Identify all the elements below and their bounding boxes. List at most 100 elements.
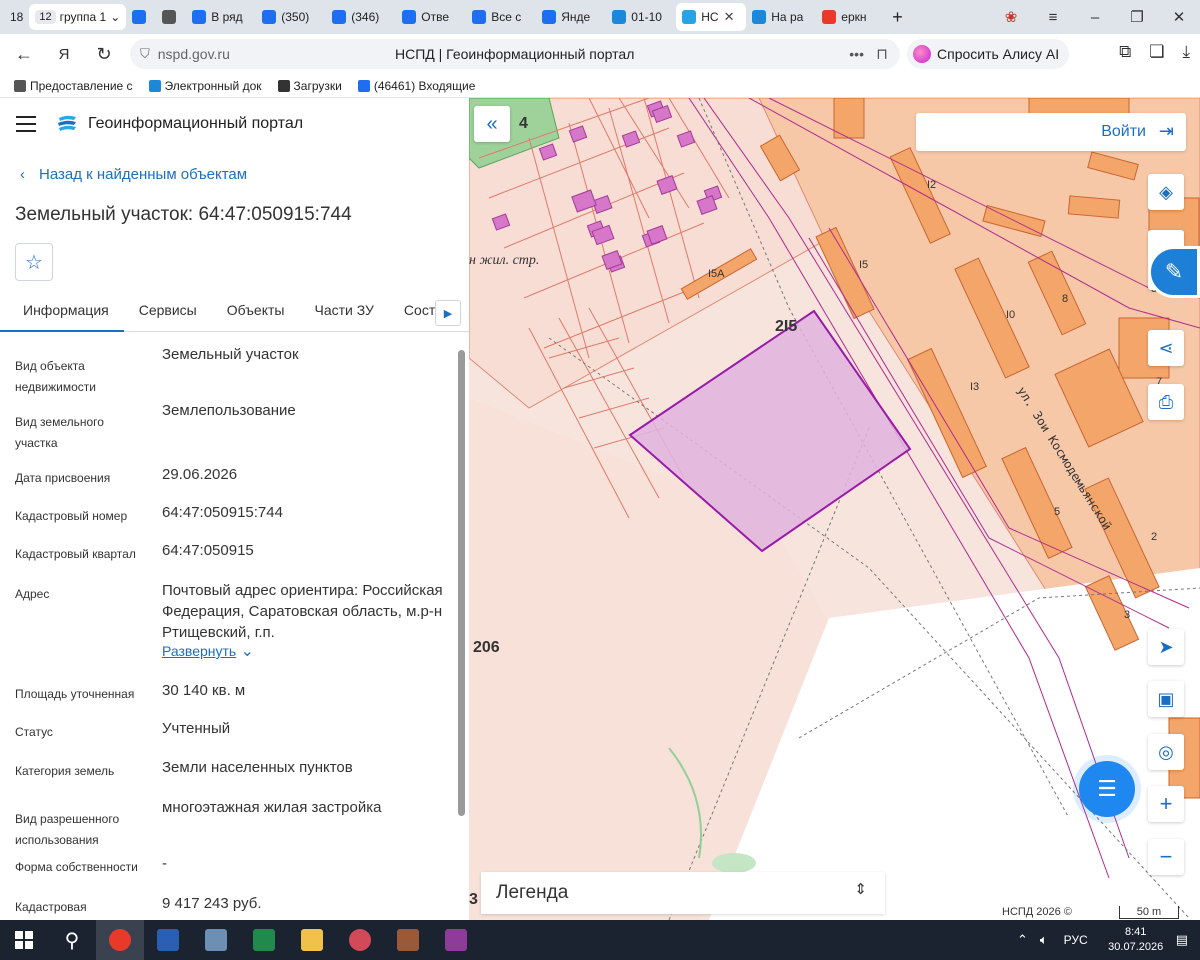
tab-group-count: 12 <box>35 10 56 24</box>
collections-icon[interactable]: ❏ <box>1149 42 1164 62</box>
page-tab-title: НСПД | Геоинформационный портал <box>395 46 635 62</box>
alice-button[interactable]: Спросить Алису AI <box>907 39 1070 69</box>
chevron-down-icon[interactable]: ⌄ <box>110 10 120 24</box>
login-button[interactable]: Войти ⇥ <box>916 113 1186 151</box>
hamburger-menu-icon[interactable] <box>16 116 36 132</box>
chat-button[interactable]: ☰ <box>1079 761 1135 817</box>
app-s-taskbar[interactable] <box>336 920 384 960</box>
browser-tab[interactable]: В ряд <box>186 3 256 31</box>
browser-tab[interactable]: 01-10 <box>606 3 676 31</box>
collapse-panel-button[interactable]: « <box>474 106 510 142</box>
minimap-button[interactable]: ▣ <box>1148 681 1184 717</box>
bookmark-item[interactable]: Предоставление с <box>14 79 133 93</box>
browser-extension-icon[interactable]: ❀ <box>990 8 1032 26</box>
zoom-in-button[interactable]: + <box>1148 786 1184 822</box>
browser-tab[interactable]: На ра <box>746 3 816 31</box>
tab-counter-label: 18 <box>10 10 24 24</box>
yandex-browser-taskbar[interactable] <box>96 920 144 960</box>
browser-tab[interactable]: Отве <box>396 3 466 31</box>
close-icon[interactable]: ✕ <box>1158 8 1200 26</box>
back-to-results-link[interactable]: ‹ Назад к найденным объектам <box>20 166 247 183</box>
tabs-scroll-right-button[interactable]: ▶ <box>435 300 461 326</box>
archiver-taskbar[interactable] <box>432 920 480 960</box>
egrn-assistant-button[interactable]: ✎ <box>1148 246 1200 298</box>
locate-button[interactable]: ➤ <box>1148 629 1184 665</box>
back-label: Назад к найденным объектам <box>39 166 248 183</box>
property-label: Вид земельного участка <box>15 415 104 450</box>
back-arrow-icon[interactable]: ← <box>4 44 44 65</box>
tray-expand-icon[interactable]: ⌃ <box>1017 932 1028 948</box>
url-field[interactable]: ⛉ nspd.gov.ru НСПД | Геоинформационный п… <box>130 39 900 69</box>
url-host: nspd.gov.ru <box>157 46 230 62</box>
notifications-icon[interactable]: ▤ <box>1176 932 1188 948</box>
bookmark-item[interactable]: Загрузки <box>277 78 342 93</box>
browser-tab-label: Янде <box>561 10 591 24</box>
favorite-button[interactable]: ☆ <box>15 243 53 281</box>
property-value: 9 417 243 руб. <box>162 895 262 912</box>
language-indicator[interactable]: РУС <box>1064 933 1088 947</box>
browser-tab[interactable]: Янде <box>536 3 606 31</box>
panel-scrollbar[interactable] <box>456 346 466 916</box>
shield-icon[interactable]: ⛉ <box>140 46 150 62</box>
chevron-left-icon: ‹ <box>20 166 25 183</box>
bookmark-label: Предоставление с <box>30 78 133 93</box>
browser-tab[interactable]: (350) <box>256 3 326 31</box>
tab-1[interactable]: Сервисы <box>124 296 212 332</box>
minimize-icon[interactable]: – <box>1074 9 1116 26</box>
search-button[interactable]: ⚲ <box>48 920 96 960</box>
yandex-logo-icon[interactable]: Я <box>44 46 84 63</box>
legend-panel[interactable]: Легенда ⇕ <box>481 872 885 914</box>
bookmark-label: Электронный док <box>164 78 262 93</box>
restore-icon[interactable]: ❐ <box>1116 8 1158 26</box>
tab-2[interactable]: Объекты <box>212 296 300 332</box>
portal-name: Геоинформационный портал <box>88 115 304 132</box>
tool-icon <box>397 929 419 951</box>
layers-button[interactable]: ◈ <box>1148 174 1184 210</box>
browser-tab[interactable]: (346) <box>326 3 396 31</box>
tab-0[interactable]: Информация <box>0 296 124 332</box>
browser-tab[interactable]: Все с <box>466 3 536 31</box>
browser-tab[interactable]: еркн <box>816 3 886 31</box>
explorer-taskbar[interactable] <box>288 920 336 960</box>
start-button[interactable] <box>0 920 48 960</box>
expand-address-link[interactable]: Развернуть ⌄ <box>162 641 254 661</box>
geolocation-button[interactable]: ◎ <box>1148 734 1184 770</box>
zoom-out-button[interactable]: − <box>1148 839 1184 875</box>
property-label: Форма собственности <box>15 860 138 874</box>
bookmark-item[interactable]: Электронный док <box>148 78 262 93</box>
app-tool-taskbar[interactable] <box>384 920 432 960</box>
more-icon[interactable]: ••• <box>849 46 864 62</box>
mail-icon <box>332 10 347 24</box>
scrollbar-thumb[interactable] <box>458 350 465 816</box>
chevron-updown-icon[interactable]: ⇕ <box>854 880 867 898</box>
download-icon[interactable]: ⤓ <box>1182 42 1190 62</box>
tab-group[interactable]: 12 группа 1 ⌄ <box>29 4 127 30</box>
bookmark-icon[interactable]: ⊓ <box>876 45 888 63</box>
info-tabs: Информация Сервисы Объекты Части ЗУ Состав ▶ <box>0 296 469 332</box>
browser-tab[interactable]: НС ✕ <box>676 3 747 31</box>
tab-counter[interactable]: 18 <box>4 3 29 31</box>
close-tab-icon[interactable]: ✕ <box>724 9 735 25</box>
browser-tab[interactable] <box>126 3 156 31</box>
tab-3[interactable]: Части ЗУ <box>299 296 388 332</box>
calculator-taskbar[interactable] <box>192 920 240 960</box>
browser-tab-label: (346) <box>351 10 380 24</box>
bookmark-label: Загрузки <box>293 78 342 93</box>
excel-taskbar[interactable] <box>240 920 288 960</box>
bookmark-item[interactable]: (46461) Входящие <box>357 79 475 93</box>
word-taskbar[interactable] <box>144 920 192 960</box>
menu-icon[interactable]: ≡ <box>1032 9 1074 26</box>
volume-icon[interactable]: 🔈︎ <box>1040 932 1048 948</box>
extensions-icon[interactable]: ⧉ <box>1119 42 1131 62</box>
print-icon: ⎙ <box>1158 391 1174 412</box>
property-label: Вид разрешенного использования <box>15 812 120 847</box>
map-view[interactable]: 4 н жил. стр. I5А 2I5 206 I5 I2 I0 I3 8 … <box>469 98 1200 920</box>
yandex-browser-icon <box>109 929 131 951</box>
star-icon: ☆ <box>25 251 43 274</box>
clock[interactable]: 8:41 30.07.2026 <box>1102 925 1170 955</box>
new-tab-button[interactable]: + <box>886 3 909 31</box>
share-button[interactable]: ⋖ <box>1148 330 1184 366</box>
browser-tab[interactable] <box>156 3 186 31</box>
reload-icon[interactable]: ↻ <box>84 44 124 65</box>
print-button[interactable]: ⎙ <box>1148 384 1184 420</box>
